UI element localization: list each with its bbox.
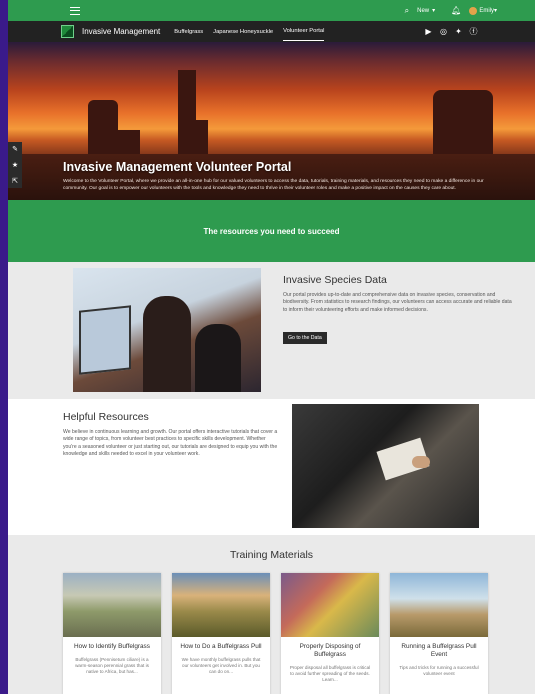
chevron-down-icon: ▾	[493, 8, 497, 14]
training-heading: Training Materials	[229, 549, 314, 561]
card-description: Tips and tricks for running a successful…	[399, 665, 479, 677]
hero-banner: ✎ ★ ⇱ Invasive Management Volunteer Port…	[8, 42, 535, 200]
side-toolbar: ✎ ★ ⇱	[8, 142, 22, 188]
card-title: Running a Buffelgrass Pull Event	[401, 643, 477, 658]
person-shape	[195, 324, 241, 392]
app-bar: ⌕ New ▾ 🔔︎ Emily ▾	[8, 0, 535, 21]
band-heading: The resources you need to succeed	[203, 226, 340, 236]
share-icon[interactable]: ⇱	[12, 177, 18, 185]
card-title: How to Identify Buffelgrass	[74, 643, 150, 650]
training-card[interactable]: Running a Buffelgrass Pull Event Tips an…	[390, 573, 488, 694]
new-label: New	[417, 7, 430, 14]
card-description: Buffelgrass (Pennisetum ciliare) is a wa…	[75, 657, 149, 675]
menu-icon[interactable]	[70, 6, 80, 15]
note-taking-image	[292, 404, 479, 528]
go-to-data-button[interactable]: Go to the Data	[283, 332, 327, 344]
hero-description: Welcome to the Volunteer Portal, where w…	[63, 179, 484, 191]
site-logo[interactable]	[61, 25, 74, 38]
card-thumbnail	[63, 573, 161, 637]
volunteers-at-computer-image	[73, 268, 261, 392]
card-title: How to Do a Buffelgrass Pull	[180, 643, 262, 650]
monitor-shape	[79, 305, 131, 375]
helpful-heading: Helpful Resources	[63, 411, 149, 423]
nav-link-volunteer-portal[interactable]: Volunteer Portal	[283, 22, 325, 41]
user-menu[interactable]: Emily ▾	[469, 6, 497, 15]
pencil-icon[interactable]: ✎	[12, 145, 18, 153]
species-description: Our portal provides up-to-date and compr…	[283, 292, 512, 313]
card-title: Properly Disposing of Buffelgrass	[299, 643, 361, 658]
avatar	[469, 6, 478, 15]
new-menu[interactable]: New ▾	[417, 7, 436, 15]
helpful-section: Helpful Resources We believe in continuo…	[8, 399, 535, 535]
mesa-shape	[433, 90, 493, 160]
species-section: Invasive Species Data Our portal provide…	[8, 262, 535, 399]
site-brand[interactable]: Invasive Management	[82, 27, 160, 36]
card-description: Proper disposal all buffelgrass is criti…	[289, 665, 371, 683]
social-links: ▶ ◎ ✦ ⓕ	[424, 27, 478, 36]
resources-band: The resources you need to succeed	[8, 200, 535, 262]
youtube-icon[interactable]: ▶	[424, 27, 433, 36]
person-shape	[143, 296, 191, 392]
card-description: We have monthly buffelgrass pulls that o…	[181, 657, 261, 675]
user-name: Emily	[479, 7, 494, 14]
training-card[interactable]: Properly Disposing of Buffelgrass Proper…	[281, 573, 379, 694]
page-title: Invasive Management Volunteer Portal	[63, 160, 292, 174]
nav-link-japanese-honeysuckle[interactable]: Japanese Honeysuckle	[213, 23, 273, 41]
card-thumbnail	[281, 573, 379, 637]
instagram-icon[interactable]: ◎	[439, 27, 448, 36]
site-nav: Invasive Management Buffelgrass Japanese…	[8, 21, 535, 42]
hand-shape	[412, 456, 430, 468]
facebook-icon[interactable]: ⓕ	[469, 27, 478, 36]
nav-link-buffelgrass[interactable]: Buffelgrass	[174, 23, 203, 41]
twitter-icon[interactable]: ✦	[454, 27, 463, 36]
training-section: Training Materials How to Identify Buffe…	[8, 535, 535, 694]
star-icon[interactable]: ★	[12, 161, 18, 169]
search-icon[interactable]: ⌕	[405, 6, 409, 16]
bell-icon[interactable]: 🔔︎	[451, 6, 461, 15]
helpful-description: We believe in continuous learning and gr…	[63, 429, 278, 457]
page-frame: ⌕ New ▾ 🔔︎ Emily ▾ Invasive Management B…	[8, 0, 535, 694]
mesa-shape	[88, 100, 118, 160]
card-thumbnail	[172, 573, 270, 637]
species-heading: Invasive Species Data	[283, 274, 387, 286]
training-card[interactable]: How to Do a Buffelgrass Pull We have mon…	[172, 573, 270, 694]
training-card[interactable]: How to Identify Buffelgrass Buffelgrass …	[63, 573, 161, 694]
card-thumbnail	[390, 573, 488, 637]
chevron-down-icon: ▾	[432, 8, 436, 14]
